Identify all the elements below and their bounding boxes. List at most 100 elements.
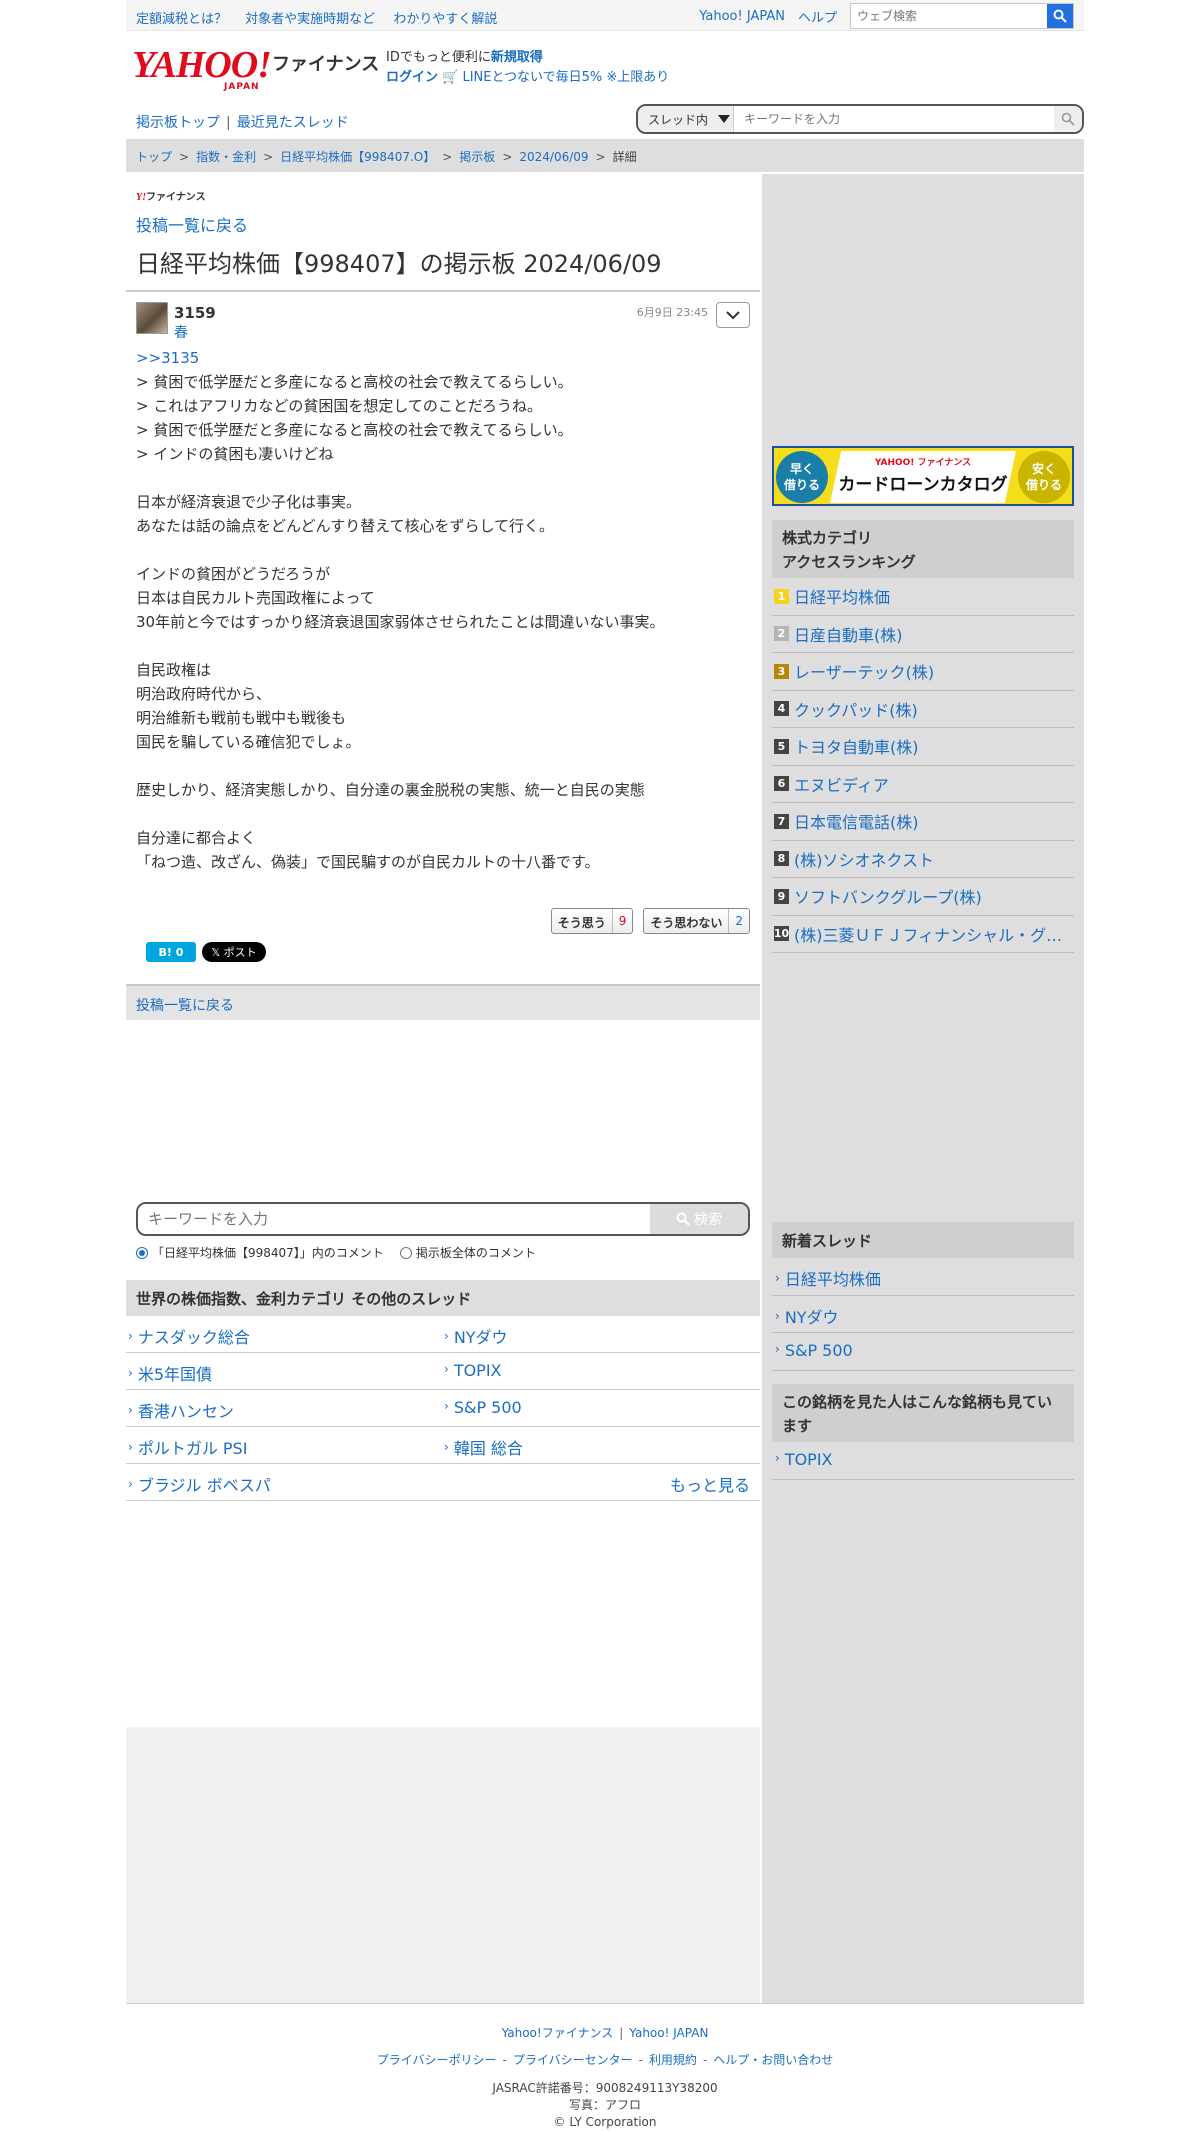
x-post-button[interactable]: 𝕏 ポスト (202, 942, 266, 962)
finance-service-name[interactable]: ファイナンス (272, 50, 379, 76)
web-search-button[interactable] (1047, 4, 1073, 28)
list-item: 4 クックパッド(株) (772, 691, 1074, 728)
thread-link[interactable]: NYダウ (444, 1324, 508, 1348)
ranking-stock-link[interactable]: トヨタ自動車(株) (794, 734, 919, 758)
agree-button[interactable]: そう思う 9 (550, 908, 634, 934)
post-user-link[interactable]: 春 (174, 322, 188, 342)
ranking-list: 1 日経平均株価 2 日産自動車(株) 3 レーザーテック(株) 4 クックパッド(株) 5 トヨ… (772, 578, 1074, 953)
list-item: 9 ソフトバンクグループ(株) (772, 878, 1074, 916)
back-to-list-link-bottom[interactable]: 投稿一覧に戻る (136, 998, 234, 1014)
ranking-title-line-2: アクセスランキング (782, 553, 916, 571)
footer-finance-link[interactable]: Yahoo!ファイナンス (502, 2026, 614, 2040)
finance-mini-logo: Y!ファイナンス (136, 192, 206, 203)
scope-this-label: 「日経平均株価【998407】」内のコメント (152, 1246, 384, 1260)
divider (126, 290, 760, 292)
recent-threads-link[interactable]: 最近見たスレッド (237, 115, 349, 131)
breadcrumb-stock[interactable]: 日経平均株価【998407.O】 (280, 150, 435, 164)
help-link[interactable]: ヘルプ (798, 7, 837, 26)
promo-link-2[interactable]: 対象者や実施時期など (245, 12, 375, 27)
post-menu-button[interactable] (716, 302, 750, 328)
main-column: Y!ファイナンス 投稿一覧に戻る 日経平均株価【998407】の掲示板 2024… (126, 174, 760, 2003)
help-contact-link[interactable]: ヘルプ・お問い合わせ (713, 2053, 833, 2067)
ranking-stock-link[interactable]: (株)三菱ＵＦＪフィナンシャル・グ… (794, 922, 1062, 946)
post-line: 国民を騙している確信犯でしょ。 (136, 733, 361, 751)
ranking-stock-link[interactable]: 日経平均株価 (794, 584, 890, 608)
board-top-link[interactable]: 掲示板トップ (136, 115, 220, 131)
privacy-center-link[interactable]: プライバシーセンター (513, 2053, 633, 2067)
ranking-stock-link[interactable]: (株)ソシオネクスト (794, 847, 934, 871)
comment-search-input[interactable] (138, 1204, 650, 1234)
post-header: 3159 春 6月9日 23:45 (136, 302, 750, 342)
list-item: 香港ハンセン S&P 500 (126, 1390, 760, 1427)
search-scope-select[interactable]: スレッド内 (638, 106, 734, 132)
agree-label: そう思う (557, 916, 606, 930)
disagree-button[interactable]: そう思わない 2 (643, 908, 750, 934)
list-item: S&P 500 (772, 1333, 1074, 1371)
more-threads-link[interactable]: もっと見る (670, 1472, 750, 1496)
thread-link[interactable]: S&P 500 (444, 1398, 522, 1417)
search-icon (676, 1212, 690, 1226)
thread-link[interactable]: 米5年国債 (128, 1361, 212, 1385)
new-thread-link[interactable]: NYダウ (785, 1308, 839, 1327)
ranking-stock-link[interactable]: エヌビディア (794, 772, 889, 796)
breadcrumb-index[interactable]: 指数・金利 (196, 150, 256, 164)
board-nav: 掲示板トップ | 最近見たスレッド スレッド内 (126, 104, 1084, 136)
new-thread-link[interactable]: 日経平均株価 (785, 1270, 881, 1289)
thread-link[interactable]: 韓国 総合 (444, 1435, 523, 1459)
thread-link[interactable]: ポルトガル PSI (128, 1435, 248, 1459)
web-search-input[interactable] (851, 4, 1047, 28)
vote-buttons: そう思う 9 そう思わない 2 (550, 908, 750, 934)
ranking-stock-link[interactable]: 日産自動車(株) (794, 622, 903, 646)
new-thread-link[interactable]: S&P 500 (785, 1341, 853, 1360)
post-line: あなたは話の論点をどんどんすり替えて核心をずらして行く。 (136, 517, 555, 535)
breadcrumb-top[interactable]: トップ (136, 150, 172, 164)
chevron-down-icon (718, 115, 731, 123)
comment-search-button[interactable]: 検索 (650, 1204, 748, 1234)
hatena-bookmark-button[interactable]: B! 0 (146, 942, 196, 962)
scope-all-label: 掲示板全体のコメント (415, 1246, 536, 1260)
scope-all-radio[interactable] (399, 1246, 412, 1259)
reply-anchor-link[interactable]: >>3135 (136, 346, 750, 370)
back-to-list-link[interactable]: 投稿一覧に戻る (136, 212, 248, 236)
card-loan-ad-banner[interactable]: 早く 借りる YAHOO! ファイナンス カードローンカタログ 安く 借りる (772, 446, 1074, 506)
thread-link[interactable]: TOPIX (444, 1361, 502, 1380)
other-threads-title: 世界の株価指数、金利カテゴリ その他のスレッド (126, 1280, 760, 1316)
ad-brand: YAHOO! ファイナンス (874, 458, 972, 468)
agree-count: 9 (611, 909, 633, 933)
privacy-policy-link[interactable]: プライバシーポリシー (377, 2053, 497, 2067)
ranking-stock-link[interactable]: 日本電信電話(株) (794, 809, 919, 833)
yahoo-japan-link[interactable]: Yahoo! JAPAN (699, 9, 785, 24)
login-link[interactable]: ログイン (386, 70, 438, 85)
cart-icon: 🛒 (442, 70, 459, 85)
ranking-stock-link[interactable]: クックパッド(株) (794, 697, 918, 721)
list-item: 米5年国債 TOPIX (126, 1353, 760, 1390)
promo-link-1[interactable]: 定額減税とは？ (136, 12, 227, 27)
breadcrumb-date[interactable]: 2024/06/09 (519, 150, 588, 164)
also-viewed-link[interactable]: TOPIX (785, 1450, 833, 1469)
thread-search-button[interactable] (1054, 106, 1082, 132)
promo-link-3[interactable]: わかりやすく解説 (393, 12, 497, 27)
scope-this-radio[interactable] (136, 1246, 148, 1259)
avatar[interactable] (136, 302, 168, 334)
line-promo-link[interactable]: LINEとつないで毎日5% ※上限あり (462, 70, 669, 85)
thread-search-input[interactable] (734, 112, 1054, 126)
footer-yahoo-link[interactable]: Yahoo! JAPAN (629, 2026, 708, 2040)
terms-link[interactable]: 利用規約 (649, 2053, 697, 2067)
ranking-stock-link[interactable]: レーザーテック(株) (794, 659, 934, 683)
thread-link[interactable]: ブラジル ボベスパ (128, 1472, 271, 1496)
thread-link[interactable]: 香港ハンセン (128, 1398, 234, 1422)
list-item: ポルトガル PSI 韓国 総合 (126, 1427, 760, 1464)
yahoo-logo[interactable]: YAHOO! (132, 46, 272, 84)
post-line: 30年前と今ではすっかり経済衰退国家弱体させられたことは間違いない事実。 (136, 613, 665, 631)
list-item: 日経平均株価 (772, 1258, 1074, 1296)
breadcrumb-board[interactable]: 掲示板 (459, 150, 495, 164)
ranking-stock-link[interactable]: ソフトバンクグループ(株) (794, 884, 982, 908)
post-line: > 貧困で低学歴だと多産になると高校の社会で教えてるらしい。 (136, 421, 573, 439)
breadcrumb-separator: > (179, 150, 190, 164)
post-line (136, 466, 750, 490)
signup-link[interactable]: 新規取得 (491, 50, 543, 65)
post-line: 明治維新も戦前も戦中も戦後も (136, 709, 347, 727)
rank-badge: 3 (774, 663, 789, 679)
thread-link[interactable]: ナスダック総合 (128, 1324, 250, 1348)
ad-center: YAHOO! ファイナンス カードローンカタログ (830, 451, 1016, 503)
